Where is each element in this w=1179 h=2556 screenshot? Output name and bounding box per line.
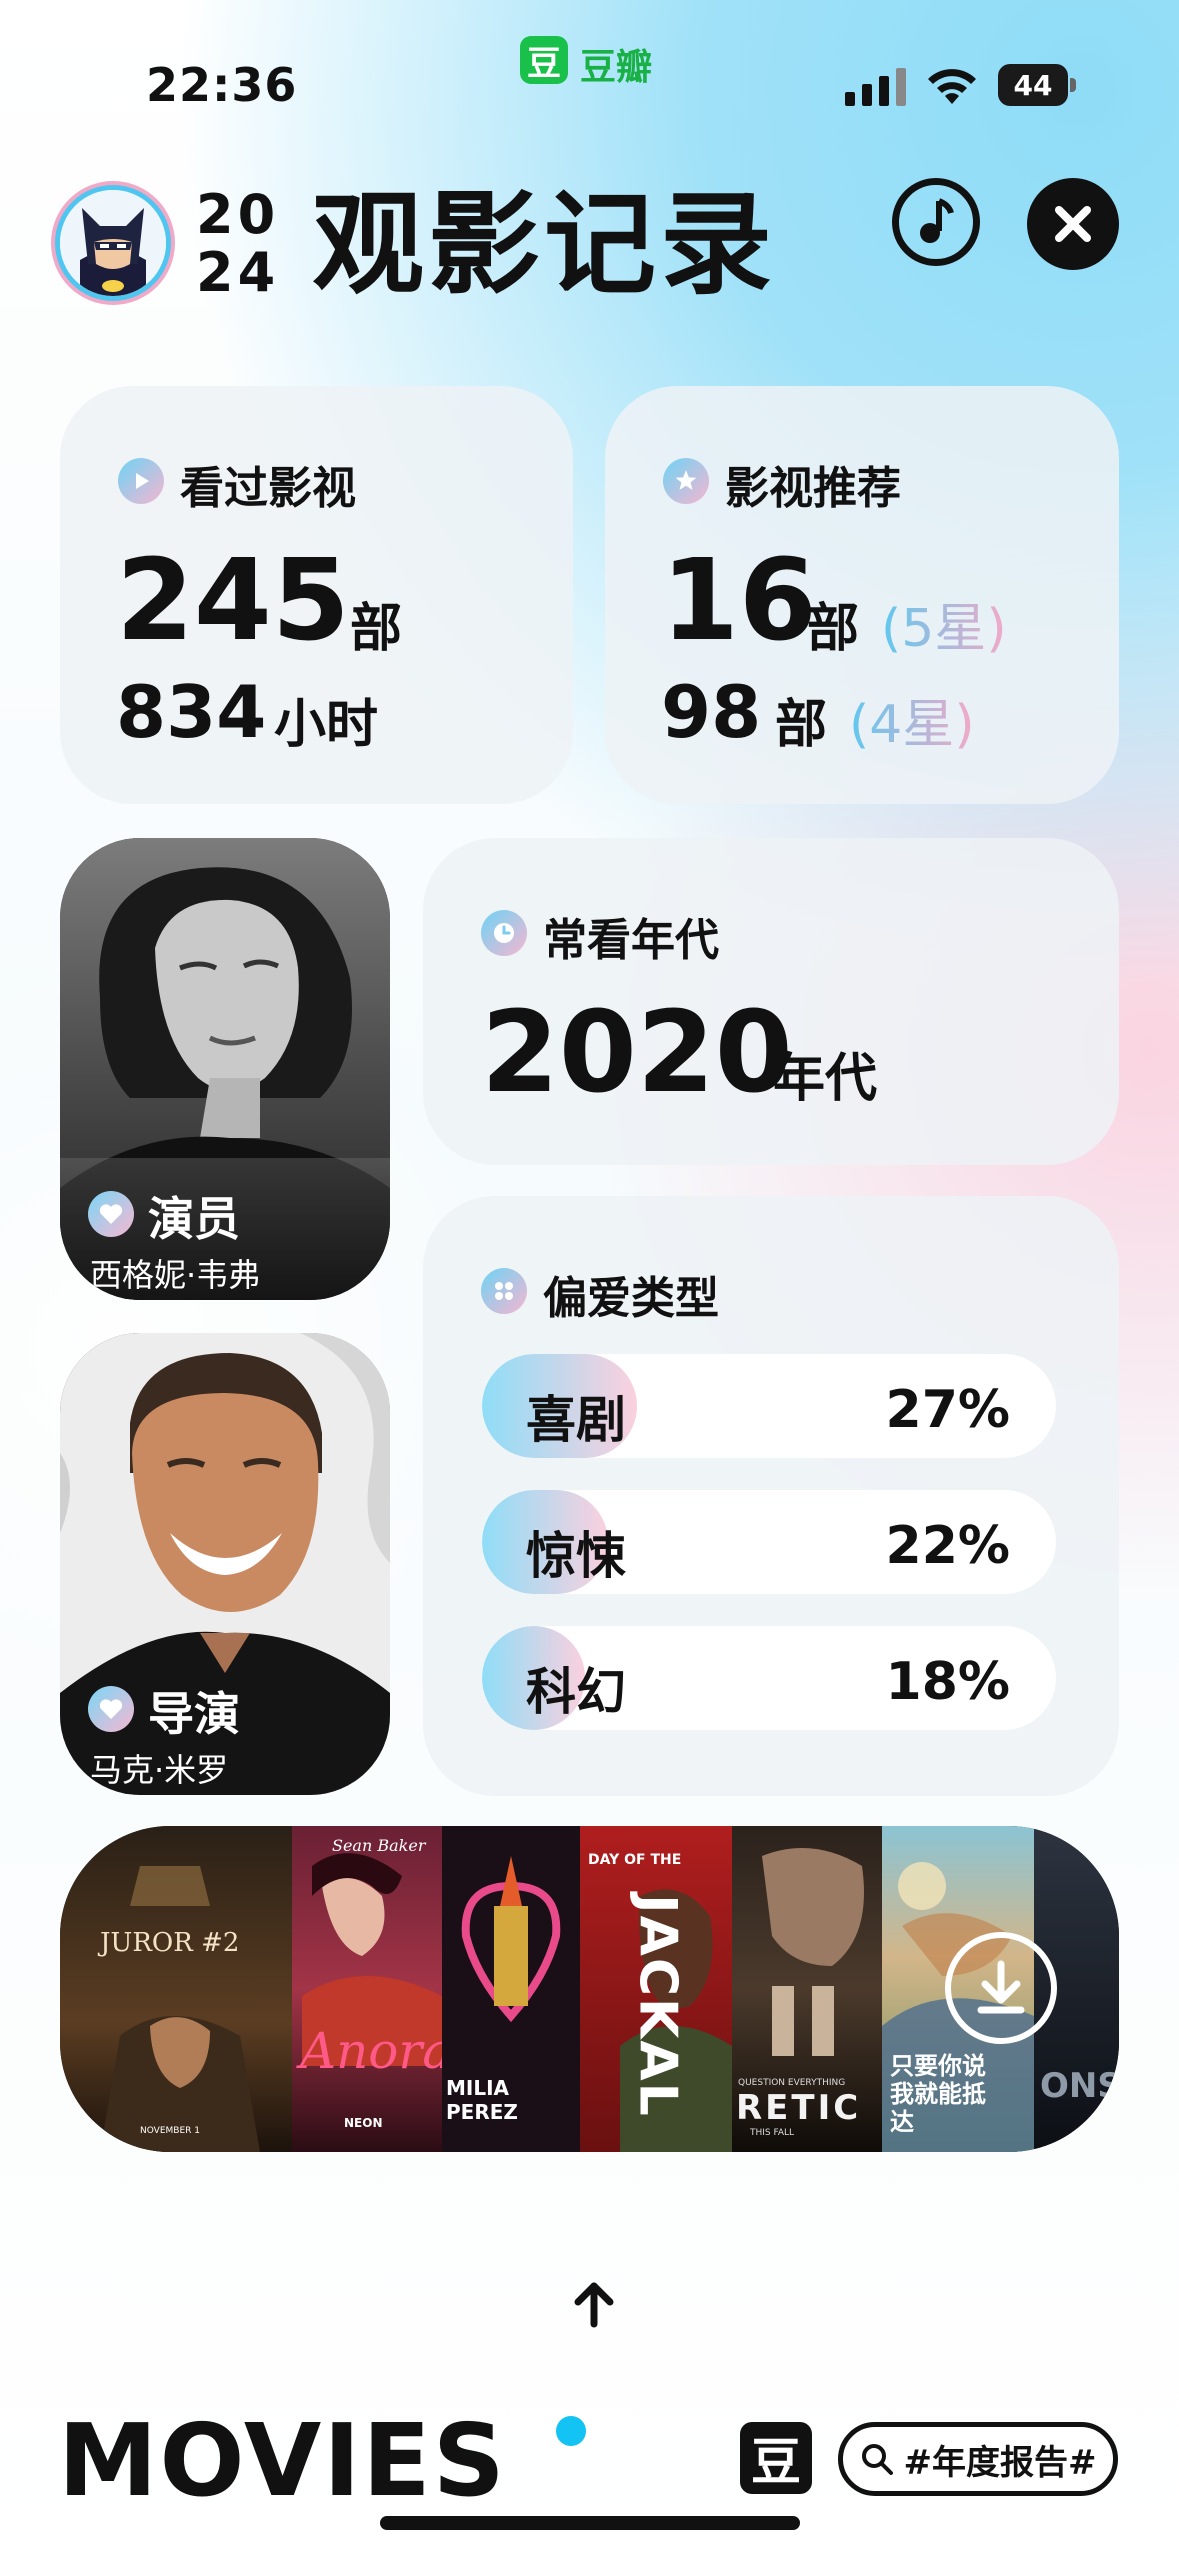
genre-name: 惊悚 — [526, 1527, 626, 1585]
star-icon — [663, 458, 709, 504]
genre-name: 科幻 — [526, 1663, 626, 1721]
brand-dot — [556, 2416, 586, 2446]
director-name: 马克·米罗 — [90, 1751, 229, 1789]
douban-app-badge[interactable]: 豆 — [520, 36, 568, 84]
wifi-icon — [928, 69, 976, 104]
poster-juror-title: JUROR #2 — [100, 1928, 240, 1958]
annual-report-tag-button[interactable]: #年度报告# — [838, 2422, 1118, 2496]
music-button[interactable] — [892, 178, 980, 266]
arrow-up-icon[interactable] — [568, 2278, 620, 2330]
poster-heretic-date: THIS FALL — [750, 2128, 795, 2138]
genre-row[interactable]: 惊悚 22% — [482, 1490, 1056, 1594]
director-role: 导演 — [148, 1687, 240, 1741]
decade-unit: 年代 — [773, 1049, 878, 1109]
five-star-note: (5星) — [881, 586, 1007, 661]
report-year: 20 24 — [196, 183, 280, 304]
actor-role: 演员 — [148, 1192, 240, 1246]
heart-icon — [88, 1686, 134, 1732]
close-icon — [1055, 206, 1091, 242]
download-button[interactable] — [945, 1932, 1057, 2044]
poster-anime-title: 只要你说 我就能抵达 — [890, 2052, 986, 2136]
poster-anora-title: Anora — [300, 2022, 453, 2080]
director-card[interactable]: 导演 马克·米罗 — [60, 1333, 390, 1795]
music-note-icon — [920, 198, 954, 243]
recommend-card[interactable]: 影视推荐 16 部 (5星) 98 部 (4星) — [605, 386, 1119, 804]
batman-avatar-icon — [60, 190, 166, 296]
poster-juror-date: NOVEMBER 1 — [140, 2126, 200, 2136]
poster-anora-studio: NEON — [344, 2116, 383, 2130]
battery-level: 44 — [998, 64, 1068, 106]
genre-label: 偏爱类型 — [543, 1273, 719, 1324]
poster-jackal-top: DAY OF THE — [588, 1852, 682, 1868]
genre-row[interactable]: 喜剧 27% — [482, 1354, 1056, 1458]
poster-last-title: ONS — [1040, 2066, 1119, 2106]
genre-percent: 27% — [885, 1380, 1010, 1440]
close-button[interactable] — [1027, 178, 1119, 270]
search-icon — [861, 2444, 893, 2475]
page-title: 观影记录 — [312, 180, 776, 310]
poster-heretic-title: RETIC — [736, 2088, 862, 2128]
status-time: 22:36 — [146, 58, 298, 112]
watched-count-unit: 部 — [350, 599, 403, 659]
avatar[interactable] — [60, 190, 166, 296]
watched-hours: 834 — [116, 670, 267, 754]
play-icon — [118, 458, 164, 504]
watched-count: 245 — [116, 536, 350, 666]
battery-icon: 44 — [998, 64, 1078, 108]
decade-card[interactable]: 常看年代 2020 年代 — [423, 838, 1119, 1165]
watched-label: 看过影视 — [180, 463, 356, 514]
decade-value: 2020 — [481, 988, 793, 1118]
poster-heretic[interactable]: QUESTION EVERYTHING RETIC THIS FALL — [732, 1826, 882, 2152]
poster-jackal[interactable]: DAY OF THE JACKAL — [580, 1826, 732, 2152]
poster-emilia-title: MILIA PEREZ — [446, 2076, 518, 2124]
four-star-count: 98 — [661, 670, 762, 754]
douban-logo[interactable]: 豆 — [740, 2422, 812, 2494]
actor-card[interactable]: 演员 西格妮·韦弗 — [60, 838, 390, 1300]
genre-percent: 22% — [885, 1516, 1010, 1576]
annual-report-tag: #年度报告# — [903, 2442, 1097, 2483]
poster-anora-director: Sean Baker — [332, 1836, 426, 1855]
heart-icon — [88, 1191, 134, 1237]
download-icon — [977, 1960, 1025, 2014]
poster-heretic-tagline: QUESTION EVERYTHING — [738, 2078, 846, 2088]
five-star-unit: 部 — [807, 599, 860, 659]
poster-juror[interactable]: JUROR #2 NOVEMBER 1 — [60, 1826, 292, 2152]
genre-percent: 18% — [885, 1652, 1010, 1712]
grid-icon — [481, 1268, 527, 1314]
decade-label: 常看年代 — [543, 915, 719, 966]
cellular-signal-icon — [845, 66, 909, 106]
poster-jackal-title: JACKAL — [627, 1894, 688, 2118]
five-star-count: 16 — [661, 536, 817, 666]
clock-icon — [481, 910, 527, 956]
four-star-unit: 部 — [775, 695, 828, 755]
recommend-label: 影视推荐 — [725, 463, 901, 514]
home-indicator[interactable] — [380, 2516, 800, 2530]
four-star-note: (4星) — [849, 682, 975, 757]
genre-row[interactable]: 科幻 18% — [482, 1626, 1056, 1730]
brand-wordmark: MOVIES — [58, 2402, 507, 2519]
poster-anora[interactable]: Sean Baker Anora NEON — [292, 1826, 452, 2152]
douban-app-name[interactable]: 豆瓣 — [580, 38, 652, 90]
actor-name: 西格妮·韦弗 — [90, 1256, 261, 1294]
watched-hours-unit: 小时 — [274, 695, 379, 755]
poster-emilia[interactable]: MILIA PEREZ — [442, 1826, 580, 2152]
genre-name: 喜剧 — [526, 1391, 626, 1449]
watched-card[interactable]: 看过影视 245 部 834 小时 — [60, 386, 573, 804]
